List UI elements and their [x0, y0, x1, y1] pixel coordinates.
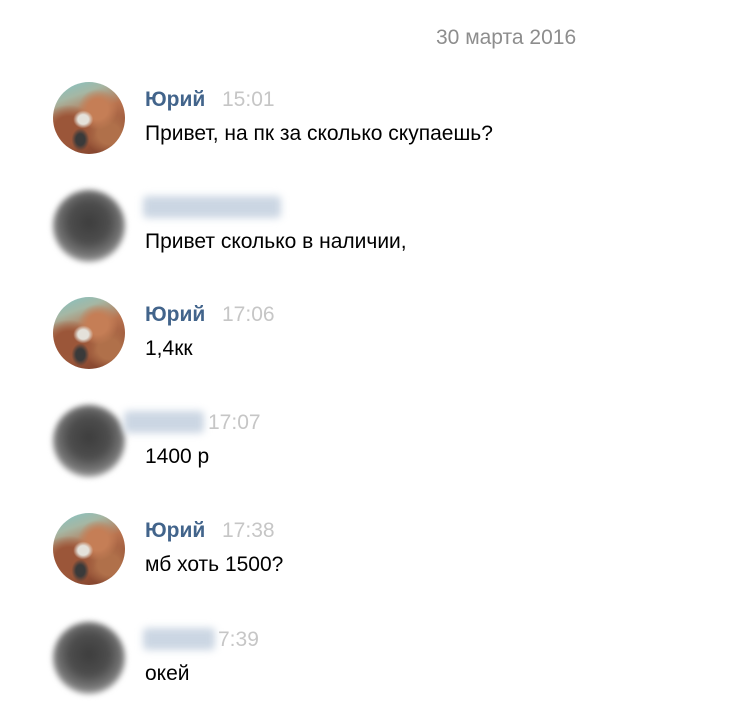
message-item: Юрий 17:06 1,4кк — [0, 297, 730, 387]
message-text: Привет, на пк за сколько скупаешь? — [145, 122, 493, 145]
message-text: Привет сколько в наличии, — [145, 230, 407, 253]
message-item: Юрий 17:38 мб хоть 1500? — [0, 513, 730, 603]
message-time: 17:07 — [208, 411, 261, 434]
avatar[interactable] — [53, 82, 125, 154]
avatar[interactable] — [53, 622, 125, 694]
message-text: 1400 р — [145, 445, 210, 468]
message-text: мб хоть 1500? — [145, 553, 284, 576]
message-time: 17:38 — [222, 519, 275, 542]
message-time: 15:01 — [222, 88, 275, 111]
message-author[interactable]: Юрий — [145, 519, 205, 543]
message-item: Привет сколько в наличии, — [0, 190, 730, 280]
message-author[interactable] — [143, 196, 281, 218]
date-separator: 30 марта 2016 — [436, 26, 577, 49]
message-author[interactable] — [124, 411, 204, 433]
message-time: 7:39 — [218, 628, 259, 651]
avatar[interactable] — [53, 297, 125, 369]
message-item: Юрий 15:01 Привет, на пк за сколько скуп… — [0, 82, 730, 172]
avatar[interactable] — [53, 513, 125, 585]
message-item: 17:07 1400 р — [0, 405, 730, 495]
message-author[interactable]: Юрий — [145, 88, 205, 112]
message-author[interactable] — [143, 628, 215, 650]
avatar[interactable] — [53, 190, 125, 262]
avatar[interactable] — [53, 405, 125, 477]
message-text: 1,4кк — [145, 337, 193, 360]
message-item: 7:39 окей — [0, 622, 730, 712]
message-author[interactable]: Юрий — [145, 303, 205, 327]
message-time: 17:06 — [222, 303, 275, 326]
message-text: окей — [145, 662, 190, 685]
